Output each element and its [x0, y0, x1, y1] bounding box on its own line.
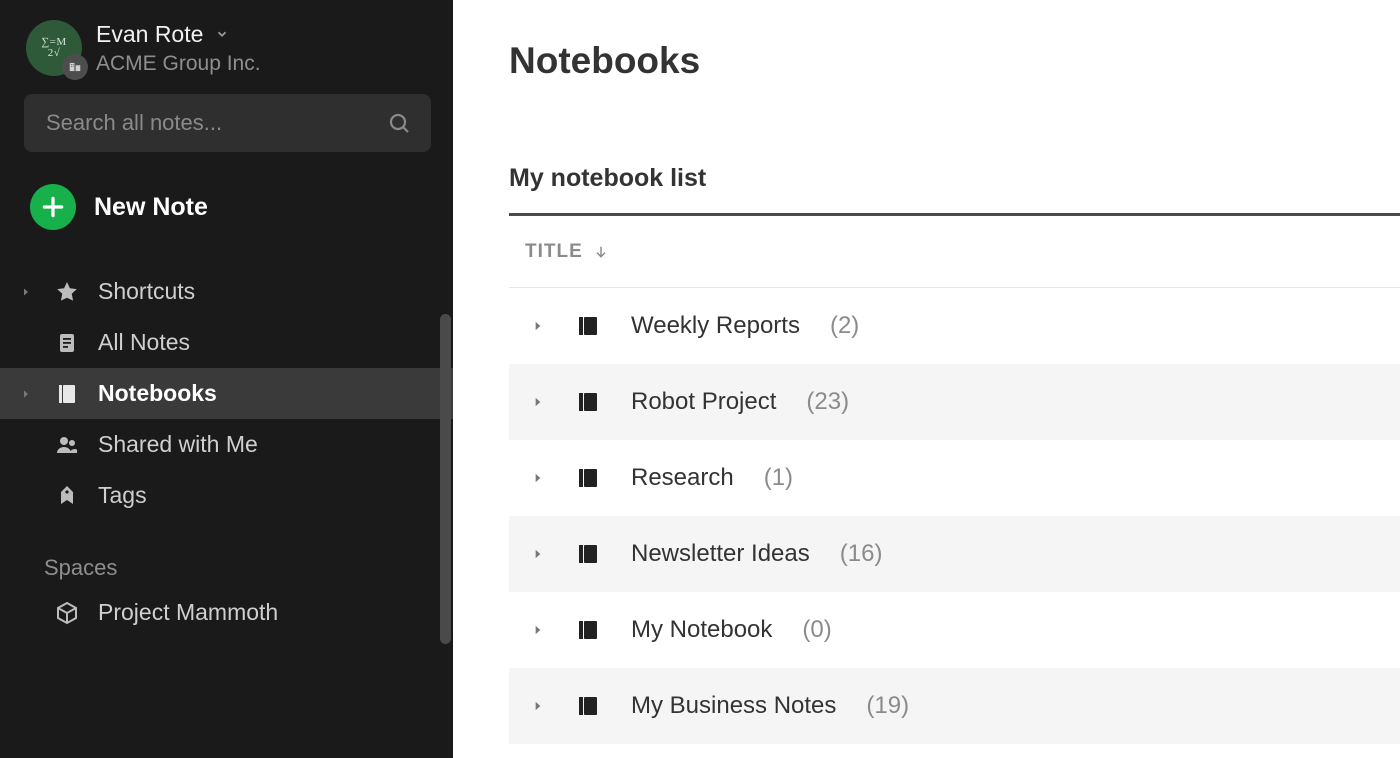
- space-item-project-mammoth[interactable]: Project Mammoth: [0, 587, 453, 638]
- nav: Shortcuts All Notes Notebooks Shared with M…: [0, 250, 453, 521]
- notebook-row[interactable]: Newsletter Ideas (16): [509, 516, 1400, 592]
- caret-right-icon[interactable]: [531, 547, 545, 561]
- caret-right-icon[interactable]: [531, 395, 545, 409]
- arrow-down-icon: [593, 244, 609, 260]
- search-box: [24, 94, 431, 152]
- cube-icon: [54, 601, 80, 625]
- notebook-icon: [575, 466, 601, 490]
- spaces-heading: Spaces: [0, 521, 453, 587]
- notebook-name: My Business Notes: [631, 692, 836, 720]
- notebook-name: Newsletter Ideas: [631, 540, 810, 568]
- notebook-row[interactable]: Weekly Reports (2): [509, 288, 1400, 364]
- plus-icon: [30, 184, 76, 230]
- avatar[interactable]: ∑=M2√: [26, 20, 82, 76]
- column-header-label: TITLE: [525, 241, 583, 263]
- notebook-icon: [575, 390, 601, 414]
- sidebar-item-label: Shared with Me: [98, 431, 258, 458]
- chevron-down-icon[interactable]: [215, 27, 229, 41]
- notebook-row[interactable]: Robot Project (23): [509, 364, 1400, 440]
- notebook-count: (19): [866, 692, 909, 720]
- sidebar-item-shortcuts[interactable]: Shortcuts: [0, 266, 453, 317]
- notebook-count: (23): [806, 388, 849, 416]
- search-input[interactable]: [24, 94, 431, 152]
- notebook-name: My Notebook: [631, 616, 772, 644]
- notebook-name: Research: [631, 464, 734, 492]
- notebook-icon: [575, 542, 601, 566]
- spaces-list: Project Mammoth: [0, 587, 453, 638]
- note-icon: [54, 331, 80, 355]
- caret-right-icon: [16, 286, 36, 298]
- app-root: ∑=M2√ Evan Rote ACME Group Inc.: [0, 0, 1400, 758]
- new-note-label: New Note: [94, 193, 208, 222]
- people-icon: [54, 433, 80, 457]
- caret-right-icon[interactable]: [531, 471, 545, 485]
- notebook-icon: [575, 618, 601, 642]
- star-icon: [54, 280, 80, 304]
- space-item-label: Project Mammoth: [98, 599, 278, 626]
- notebook-count: (2): [830, 312, 859, 340]
- sidebar-item-shared-with-me[interactable]: Shared with Me: [0, 419, 453, 470]
- notebook-icon: [575, 314, 601, 338]
- sidebar-item-label: Shortcuts: [98, 278, 195, 305]
- tag-icon: [54, 484, 80, 508]
- notebook-row[interactable]: My Business Notes (19): [509, 668, 1400, 744]
- column-header-title[interactable]: TITLE: [509, 216, 1400, 288]
- sidebar: ∑=M2√ Evan Rote ACME Group Inc.: [0, 0, 453, 758]
- caret-right-icon: [16, 388, 36, 400]
- search-icon[interactable]: [387, 111, 411, 135]
- caret-right-icon[interactable]: [531, 699, 545, 713]
- org-badge-icon: [62, 54, 88, 80]
- notebook-count: (1): [764, 464, 793, 492]
- user-name: Evan Rote: [96, 21, 203, 48]
- org-name: ACME Group Inc.: [96, 52, 261, 76]
- sidebar-item-label: All Notes: [98, 329, 190, 356]
- notebook-row[interactable]: My Notebook (0): [509, 592, 1400, 668]
- caret-right-icon[interactable]: [531, 319, 545, 333]
- sidebar-item-label: Tags: [98, 482, 147, 509]
- sidebar-item-label: Notebooks: [98, 380, 217, 407]
- notebook-icon: [54, 382, 80, 406]
- sidebar-item-notebooks[interactable]: Notebooks: [0, 368, 453, 419]
- notebook-icon: [575, 694, 601, 718]
- notebook-count: (16): [840, 540, 883, 568]
- main: Notebooks My notebook list TITLE Weekly …: [453, 0, 1400, 758]
- sidebar-item-tags[interactable]: Tags: [0, 470, 453, 521]
- new-note-button[interactable]: New Note: [0, 170, 453, 250]
- user-block[interactable]: ∑=M2√ Evan Rote ACME Group Inc.: [0, 0, 453, 94]
- sidebar-item-all-notes[interactable]: All Notes: [0, 317, 453, 368]
- notebook-name: Weekly Reports: [631, 312, 800, 340]
- notebook-list: Weekly Reports (2) Robot Project (23) Resear…: [509, 288, 1400, 744]
- page-title: Notebooks: [509, 40, 1400, 82]
- list-heading: My notebook list: [509, 164, 1400, 213]
- notebook-row[interactable]: Research (1): [509, 440, 1400, 516]
- caret-right-icon[interactable]: [531, 623, 545, 637]
- scrollbar-thumb[interactable]: [440, 314, 451, 644]
- notebook-name: Robot Project: [631, 388, 776, 416]
- notebook-count: (0): [802, 616, 831, 644]
